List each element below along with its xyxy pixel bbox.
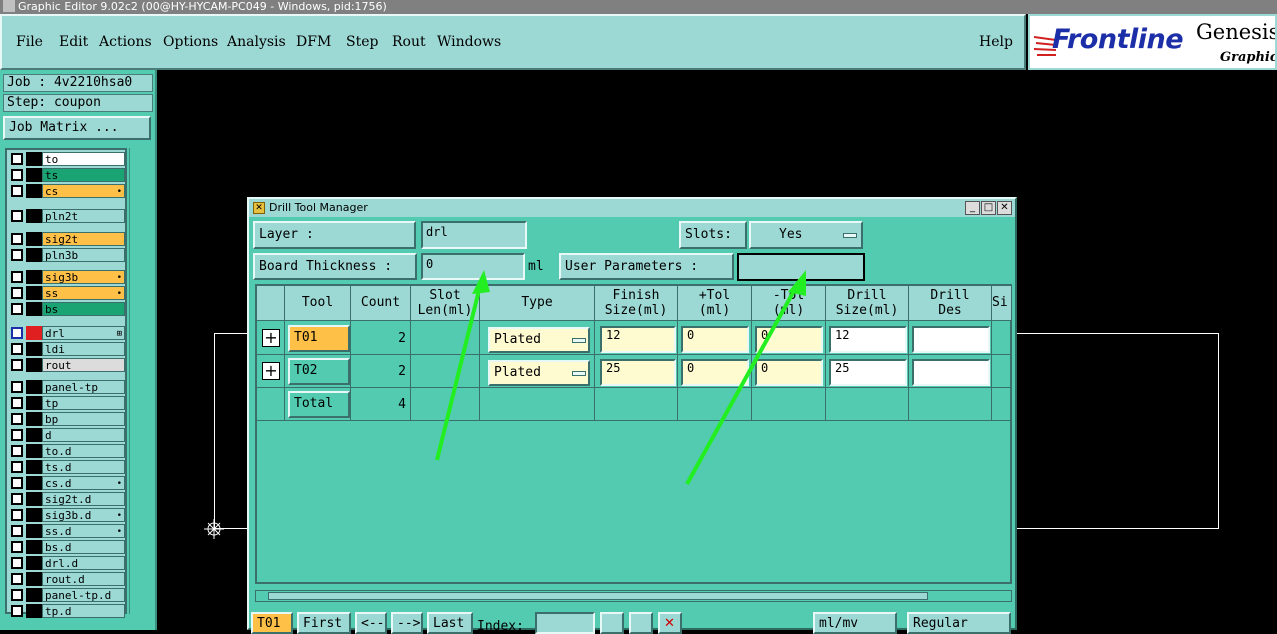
annotation-arrows [435,270,806,485]
